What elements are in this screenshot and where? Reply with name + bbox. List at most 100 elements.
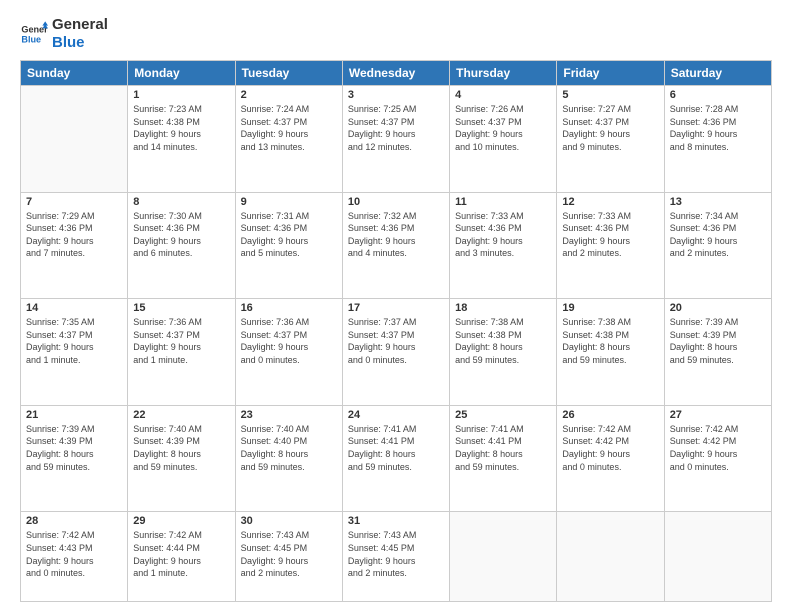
day-number: 10	[348, 196, 444, 208]
day-info-line: Sunrise: 7:34 AM	[670, 210, 766, 223]
weekday-header: Thursday	[450, 61, 557, 86]
day-info-line: Sunset: 4:37 PM	[241, 116, 337, 129]
day-info-line: and 2 minutes.	[670, 247, 766, 260]
day-number: 28	[26, 515, 122, 527]
week-row: 7Sunrise: 7:29 AMSunset: 4:36 PMDaylight…	[21, 192, 772, 299]
day-number: 31	[348, 515, 444, 527]
day-info-line: Daylight: 9 hours	[670, 448, 766, 461]
day-info-line: and 59 minutes.	[455, 461, 551, 474]
day-number: 5	[562, 89, 658, 101]
day-number: 25	[455, 409, 551, 421]
day-info-line: Sunrise: 7:42 AM	[26, 529, 122, 542]
calendar-page: General Blue General Blue SundayMondayTu…	[0, 0, 792, 612]
day-info-line: Sunset: 4:45 PM	[348, 542, 444, 555]
weekday-header: Sunday	[21, 61, 128, 86]
day-info-line: and 59 minutes.	[562, 354, 658, 367]
day-info-line: Sunrise: 7:30 AM	[133, 210, 229, 223]
day-info-line: Sunrise: 7:36 AM	[241, 316, 337, 329]
day-info-line: Sunrise: 7:41 AM	[455, 423, 551, 436]
calendar-cell: 27Sunrise: 7:42 AMSunset: 4:42 PMDayligh…	[664, 405, 771, 512]
calendar-cell: 15Sunrise: 7:36 AMSunset: 4:37 PMDayligh…	[128, 299, 235, 406]
day-number: 30	[241, 515, 337, 527]
day-number: 27	[670, 409, 766, 421]
day-info-line: Daylight: 9 hours	[670, 235, 766, 248]
day-info-line: Sunset: 4:36 PM	[455, 222, 551, 235]
day-info-line: Sunrise: 7:41 AM	[348, 423, 444, 436]
day-number: 20	[670, 302, 766, 314]
day-info-line: Daylight: 9 hours	[133, 235, 229, 248]
day-info-line: Daylight: 8 hours	[26, 448, 122, 461]
day-info-line: Sunset: 4:38 PM	[133, 116, 229, 129]
day-info-line: Sunset: 4:42 PM	[670, 435, 766, 448]
weekday-header: Tuesday	[235, 61, 342, 86]
calendar-cell: 22Sunrise: 7:40 AMSunset: 4:39 PMDayligh…	[128, 405, 235, 512]
day-info-line: and 2 minutes.	[348, 567, 444, 580]
day-info-line: Sunrise: 7:38 AM	[455, 316, 551, 329]
day-info-line: Sunrise: 7:43 AM	[348, 529, 444, 542]
svg-text:Blue: Blue	[21, 34, 41, 44]
day-info-line: Sunrise: 7:42 AM	[133, 529, 229, 542]
day-info-line: Sunset: 4:42 PM	[562, 435, 658, 448]
day-info-line: Daylight: 9 hours	[455, 128, 551, 141]
day-info-line: and 5 minutes.	[241, 247, 337, 260]
calendar-header-row: SundayMondayTuesdayWednesdayThursdayFrid…	[21, 61, 772, 86]
day-info-line: Sunset: 4:37 PM	[562, 116, 658, 129]
day-info-line: Sunrise: 7:43 AM	[241, 529, 337, 542]
week-row: 1Sunrise: 7:23 AMSunset: 4:38 PMDaylight…	[21, 86, 772, 193]
calendar-cell: 17 Sunrise: 7:37 AMSunset: 4:37 PMDayligh…	[342, 299, 449, 406]
week-row: 21Sunrise: 7:39 AMSunset: 4:39 PMDayligh…	[21, 405, 772, 512]
calendar-cell: 20Sunrise: 7:39 AMSunset: 4:39 PMDayligh…	[664, 299, 771, 406]
calendar-cell: 29Sunrise: 7:42 AMSunset: 4:44 PMDayligh…	[128, 512, 235, 602]
day-number: 7	[26, 196, 122, 208]
day-info-line: Sunset: 4:37 PM	[348, 116, 444, 129]
day-info-line: and 1 minute.	[26, 354, 122, 367]
day-info-line: and 3 minutes.	[455, 247, 551, 260]
calendar-cell: 5Sunrise: 7:27 AMSunset: 4:37 PMDaylight…	[557, 86, 664, 193]
logo: General Blue General Blue	[20, 16, 108, 52]
day-info-line: Daylight: 9 hours	[26, 341, 122, 354]
day-info-line: Daylight: 9 hours	[241, 555, 337, 568]
calendar-cell: 24Sunrise: 7:41 AMSunset: 4:41 PMDayligh…	[342, 405, 449, 512]
day-info-line: and 59 minutes.	[133, 461, 229, 474]
day-info-line: Sunset: 4:36 PM	[133, 222, 229, 235]
day-info-line: Daylight: 9 hours	[348, 341, 444, 354]
day-number: 9	[241, 196, 337, 208]
calendar-cell	[21, 86, 128, 193]
day-number: 3	[348, 89, 444, 101]
day-info-line: and 0 minutes.	[241, 354, 337, 367]
day-number: 26	[562, 409, 658, 421]
day-info-line: Sunrise: 7:24 AM	[241, 103, 337, 116]
calendar-cell: 23Sunrise: 7:40 AMSunset: 4:40 PMDayligh…	[235, 405, 342, 512]
day-info-line: Sunset: 4:36 PM	[241, 222, 337, 235]
logo-icon: General Blue	[20, 20, 48, 48]
day-info-line: Sunrise: 7:28 AM	[670, 103, 766, 116]
day-info-line: Sunset: 4:39 PM	[26, 435, 122, 448]
day-info-line: and 0 minutes.	[348, 354, 444, 367]
weekday-header: Monday	[128, 61, 235, 86]
day-info-line: Sunset: 4:38 PM	[455, 329, 551, 342]
day-info-line: Daylight: 9 hours	[348, 235, 444, 248]
day-info-line: Daylight: 9 hours	[348, 128, 444, 141]
day-info-line: Daylight: 9 hours	[26, 235, 122, 248]
day-info-line: Sunset: 4:37 PM	[26, 329, 122, 342]
calendar-cell: 4Sunrise: 7:26 AMSunset: 4:37 PMDaylight…	[450, 86, 557, 193]
day-number: 22	[133, 409, 229, 421]
day-info-line: Sunrise: 7:37 AM	[348, 316, 444, 329]
day-info-line: Sunset: 4:37 PM	[348, 329, 444, 342]
calendar-cell: 21Sunrise: 7:39 AMSunset: 4:39 PMDayligh…	[21, 405, 128, 512]
day-info-line: Daylight: 9 hours	[562, 128, 658, 141]
day-info-line: Sunset: 4:36 PM	[670, 116, 766, 129]
day-info-line: and 2 minutes.	[241, 567, 337, 580]
day-info-line: Sunrise: 7:25 AM	[348, 103, 444, 116]
day-info-line: Sunset: 4:41 PM	[348, 435, 444, 448]
day-info-line: Sunset: 4:37 PM	[455, 116, 551, 129]
day-number: 14	[26, 302, 122, 314]
day-info-line: Sunset: 4:40 PM	[241, 435, 337, 448]
day-info-line: and 1 minute.	[133, 567, 229, 580]
day-number: 17	[348, 302, 444, 314]
day-info-line: and 7 minutes.	[26, 247, 122, 260]
day-number: 23	[241, 409, 337, 421]
day-info-line: and 13 minutes.	[241, 141, 337, 154]
weekday-header: Friday	[557, 61, 664, 86]
calendar-cell: 18Sunrise: 7:38 AMSunset: 4:38 PMDayligh…	[450, 299, 557, 406]
